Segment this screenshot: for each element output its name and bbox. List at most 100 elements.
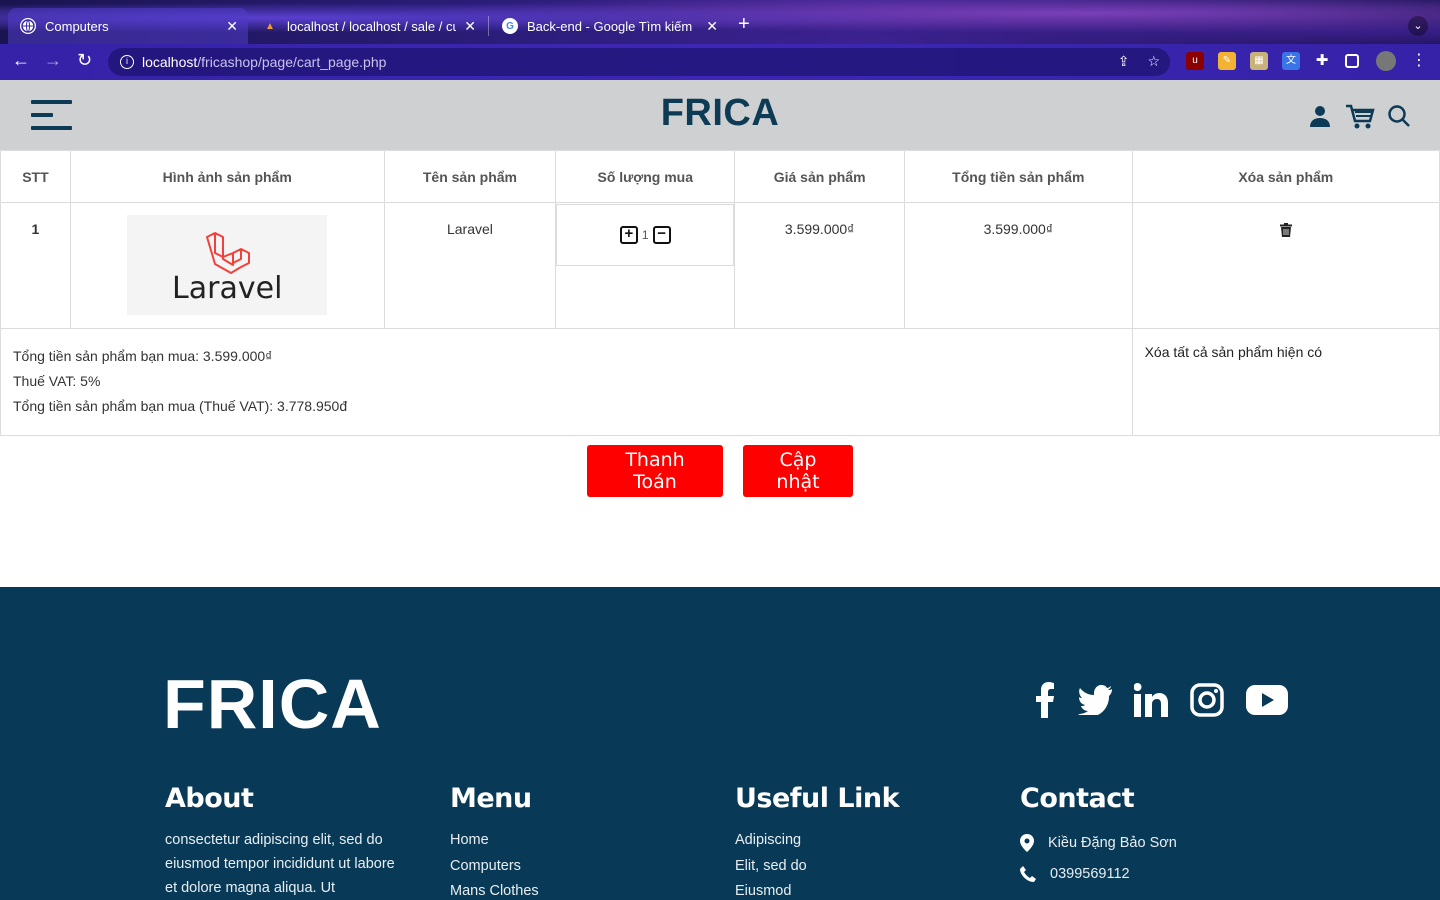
browser-tab-strip: Computers ✕ ▲ localhost / localhost / sa… <box>0 0 1440 44</box>
footer-useful-link[interactable]: Adipiscing <box>735 828 899 854</box>
column-header: Hình ảnh sản phẩm <box>69 150 385 203</box>
translate-extension-icon[interactable]: 文 <box>1282 52 1300 70</box>
image-extension-icon[interactable]: ▦ <box>1250 52 1268 70</box>
trash-icon[interactable] <box>1279 223 1292 237</box>
user-icon[interactable] <box>1308 104 1332 128</box>
quantity-stepper: + 1 − <box>556 204 735 266</box>
clear-all-link[interactable]: Xóa tất cả sản phẩm hiện có <box>1145 344 1322 360</box>
side-panel-icon[interactable] <box>1345 54 1359 68</box>
footer-contact: Contact Kiều Đặng Bảo Sơn 0399569112 <box>1020 783 1177 896</box>
summary-row: Tổng tiền sản phẩm bạn mua: 3.599.000₫ T… <box>0 328 1440 436</box>
cart-icon[interactable] <box>1345 104 1375 130</box>
tab-google[interactable]: G Back-end - Google Tìm kiếm ✕ <box>490 8 728 44</box>
bookmark-star-icon[interactable]: ☆ <box>1147 53 1160 70</box>
footer-menu-link[interactable]: Computers <box>450 854 539 880</box>
product-total: 3.599.000₫ <box>904 202 1133 329</box>
site-info-icon[interactable]: i <box>120 55 134 69</box>
product-image: Laravel <box>127 215 328 315</box>
google-icon: G <box>502 18 518 34</box>
close-tab-icon[interactable]: ✕ <box>706 18 718 35</box>
vat-text: Thuế VAT: 5% <box>13 373 101 389</box>
quantity-value[interactable]: 1 <box>642 228 649 242</box>
column-header: STT <box>0 150 71 203</box>
close-tab-icon[interactable]: ✕ <box>464 18 476 35</box>
ublock-extension-icon[interactable]: u <box>1186 52 1204 70</box>
table-header-row: STT Hình ảnh sản phẩm Tên sản phẩm Số lư… <box>0 150 1440 203</box>
column-header: Xóa sản phẩm <box>1131 150 1440 203</box>
tab-title: localhost / localhost / sale / cu <box>287 18 457 34</box>
footer-menu: Menu Home Computers Mans Clothes <box>450 783 539 900</box>
address-bar[interactable]: i localhost/fricashop/page/cart_page.php… <box>108 48 1170 76</box>
linkedin-icon[interactable] <box>1134 683 1168 717</box>
column-header: Tên sản phẩm <box>383 150 557 203</box>
twitter-icon[interactable] <box>1078 685 1112 715</box>
column-header: Tổng tiền sản phẩm <box>904 150 1133 203</box>
puzzle-extensions-icon[interactable]: ✚ <box>1313 52 1331 70</box>
laravel-logo-text: Laravel <box>172 271 283 306</box>
footer-about: About consectetur adipiscing elit, sed d… <box>165 783 410 900</box>
summary-cell: Tổng tiền sản phẩm bạn mua: 3.599.000₫ T… <box>0 328 1133 436</box>
tab-title: Computers <box>45 18 109 34</box>
reload-icon[interactable]: ↻ <box>77 50 92 71</box>
clear-all-cell: Xóa tất cả sản phẩm hiện có <box>1131 328 1440 436</box>
quantity-cell: + 1 − <box>555 202 736 329</box>
contact-name: Kiều Đặng Bảo Sơn <box>1048 835 1177 851</box>
contact-heading: Contact <box>1020 783 1135 814</box>
profile-avatar[interactable] <box>1376 51 1396 71</box>
youtube-icon[interactable] <box>1246 685 1288 715</box>
about-text: consectetur adipiscing elit, sed do eius… <box>165 832 395 896</box>
product-name: Laravel <box>383 202 557 329</box>
about-heading: About <box>165 783 254 814</box>
tab-phpmyadmin[interactable]: ▲ localhost / localhost / sale / cu ✕ <box>250 8 486 44</box>
subtotal-text: Tổng tiền sản phẩm bạn mua: 3.599.000₫ <box>13 348 273 364</box>
increase-quantity-button[interactable]: + <box>619 226 638 244</box>
cart-actions: Thanh Toán Cập nhật <box>0 445 1440 497</box>
back-icon[interactable]: ← <box>12 50 30 71</box>
table-row: 1 Laravel Laravel + 1 − 3.599.000₫ 3.599… <box>0 202 1440 329</box>
footer-logo[interactable]: FRICA <box>163 669 382 739</box>
row-number: 1 <box>0 202 71 329</box>
url-host: localhost <box>142 54 198 70</box>
phpmyadmin-icon: ▲ <box>265 20 275 32</box>
site-logo[interactable]: FRICA <box>0 92 1440 135</box>
grand-total-text: Tổng tiền sản phẩm bạn mua (Thuế VAT): 3… <box>13 398 348 414</box>
location-pin-icon <box>1020 834 1034 852</box>
footer-menu-link[interactable]: Mans Clothes <box>450 879 539 900</box>
instagram-icon[interactable] <box>1190 683 1224 717</box>
column-header: Giá sản phẩm <box>734 150 905 203</box>
footer-useful-link[interactable]: Elit, sed do <box>735 854 899 880</box>
product-price: 3.599.000₫ <box>734 202 905 329</box>
column-header: Số lượng mua <box>555 150 736 203</box>
cart-table: STT Hình ảnh sản phẩm Tên sản phẩm Số lư… <box>0 150 1440 436</box>
tab-title: Back-end - Google Tìm kiếm <box>527 18 693 34</box>
checkout-button[interactable]: Thanh Toán <box>587 445 723 497</box>
decrease-quantity-button[interactable]: − <box>652 226 671 244</box>
delete-cell <box>1131 202 1440 329</box>
product-image-cell: Laravel <box>69 202 385 329</box>
contact-phone: 0399569112 <box>1020 866 1177 882</box>
phone-icon <box>1020 866 1036 882</box>
globe-icon <box>20 18 36 34</box>
url-path: /fricashop/page/cart_page.php <box>197 54 387 70</box>
contact-phone-number[interactable]: 0399569112 <box>1050 866 1130 882</box>
menu-heading: Menu <box>450 783 532 814</box>
contact-address: Kiều Đặng Bảo Sơn <box>1020 834 1177 852</box>
browser-menu-icon[interactable]: ⋮ <box>1410 52 1428 70</box>
forward-icon[interactable]: → <box>44 50 62 71</box>
search-icon[interactable] <box>1387 104 1411 128</box>
footer-useful-links: Useful Link Adipiscing Elit, sed do Eius… <box>735 783 900 900</box>
share-icon[interactable]: ⇪ <box>1118 53 1130 70</box>
site-footer: FRICA About consectetur adipiscing elit,… <box>0 587 1440 900</box>
useful-link-heading: Useful Link <box>735 783 900 814</box>
facebook-icon[interactable] <box>1034 682 1056 718</box>
chevron-down-icon[interactable]: ⌄ <box>1408 16 1428 36</box>
footer-menu-link[interactable]: Home <box>450 828 539 854</box>
footer-useful-link[interactable]: Eiusmod <box>735 879 899 900</box>
site-header: FRICA <box>0 80 1440 150</box>
tab-computers[interactable]: Computers ✕ <box>8 8 248 44</box>
close-tab-icon[interactable]: ✕ <box>226 18 238 35</box>
new-tab-icon[interactable]: + <box>738 14 750 34</box>
notes-extension-icon[interactable]: ✎ <box>1218 52 1236 70</box>
update-button[interactable]: Cập nhật <box>743 445 853 497</box>
tab-separator <box>488 16 489 36</box>
